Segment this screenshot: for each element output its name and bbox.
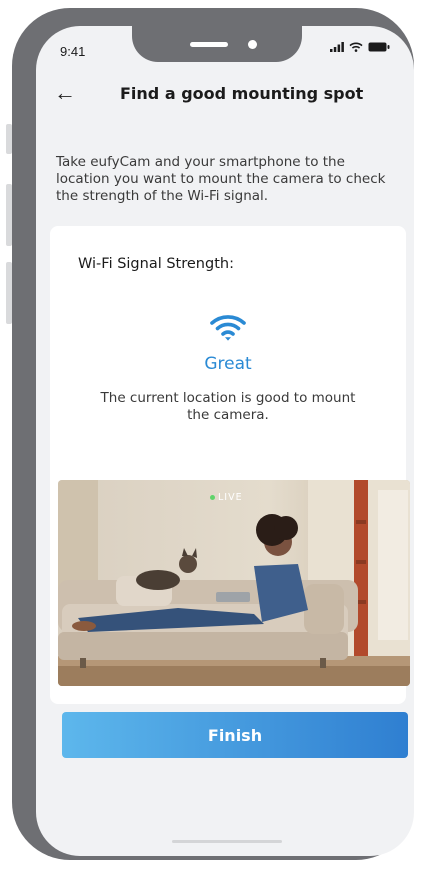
signal-strength-card: Wi-Fi Signal Strength: Great The current… — [50, 226, 410, 704]
finish-button[interactable]: Finish — [62, 712, 408, 758]
signal-level: Great — [204, 354, 252, 374]
home-indicator — [172, 840, 282, 843]
live-badge-label: LIVE — [218, 492, 243, 503]
phone-notch — [132, 26, 302, 62]
live-badge: LIVE — [210, 492, 243, 503]
cellular-signal-icon — [330, 42, 344, 52]
wifi-status-icon — [349, 42, 363, 52]
instructions-text: Take eufyCam and your smartphone to the … — [56, 154, 386, 204]
phone-screen: 9:41 ← Find a good mounting spot Take eu… — [36, 26, 414, 856]
page-title: Find a good mounting spot — [120, 84, 364, 103]
front-camera — [248, 40, 257, 49]
living-room-scene-image — [58, 480, 410, 686]
status-icons — [330, 42, 390, 52]
live-camera-preview: LIVE — [58, 480, 410, 686]
header: ← Find a good mounting spot — [36, 82, 414, 106]
back-arrow-icon[interactable]: ← — [54, 82, 76, 104]
battery-icon — [368, 42, 390, 52]
wifi-icon — [210, 315, 246, 341]
status-time: 9:41 — [60, 44, 86, 59]
signal-description: The current location is good to mount th… — [100, 390, 356, 423]
signal-strength-heading: Wi-Fi Signal Strength: — [78, 256, 234, 272]
speaker-grille — [190, 42, 228, 47]
phone-frame: 9:41 ← Find a good mounting spot Take eu… — [12, 8, 414, 860]
live-indicator-dot — [210, 495, 215, 500]
